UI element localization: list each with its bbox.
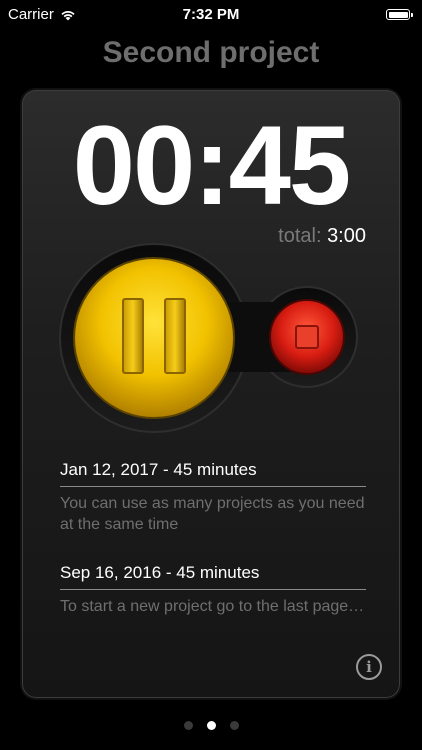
- page-dot-active[interactable]: [206, 721, 216, 730]
- history-date: Jan 12, 2017 - 45 minutes: [60, 460, 366, 487]
- status-bar: Carrier 7:32 PM: [0, 0, 422, 30]
- project-title: Second project: [102, 36, 320, 69]
- status-time: 7:32 PM: [182, 6, 240, 23]
- pause-button[interactable]: [74, 258, 234, 418]
- timer-card: 00:45 total: 3:00 Jan 12, 2017 - 45 minu…: [22, 90, 400, 698]
- timer-controls: [22, 90, 400, 450]
- controls-artwork: [59, 243, 358, 433]
- history-note: You can use as many projects as you need…: [60, 495, 365, 533]
- info-button[interactable]: i: [356, 654, 382, 680]
- stop-button[interactable]: [268, 298, 346, 376]
- history-entry: Sep 16, 2016 - 45 minutes To start a new…: [60, 563, 366, 617]
- page-dot[interactable]: [229, 721, 239, 730]
- page-indicator[interactable]: [0, 721, 422, 730]
- history-date: Sep 16, 2016 - 45 minutes: [60, 563, 366, 590]
- history-entry: Jan 12, 2017 - 45 minutes You can use as…: [60, 460, 366, 535]
- history-note: To start a new project go to the last pa…: [60, 598, 365, 615]
- screen: Carrier 7:32 PM Second project 00:45 tot…: [0, 0, 422, 750]
- battery-icon: [386, 9, 413, 20]
- page-dot[interactable]: [183, 721, 193, 730]
